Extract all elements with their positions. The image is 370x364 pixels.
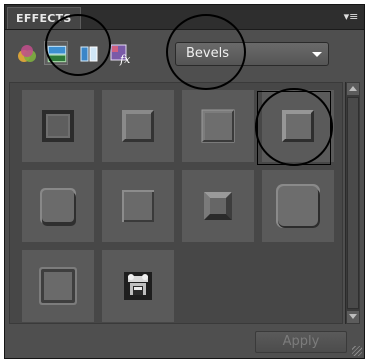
panel-footer: Apply xyxy=(5,327,364,358)
effect-thumbnail-simple-outer[interactable] xyxy=(102,90,174,162)
effect-thumbnail-inner-ridge[interactable] xyxy=(182,170,254,242)
fx-icon[interactable]: fx xyxy=(108,42,132,66)
effect-thumbnail-wacky-metal[interactable] xyxy=(22,250,94,322)
svg-text:fx: fx xyxy=(119,53,131,66)
scroll-down-icon[interactable] xyxy=(347,311,359,323)
annotation-circle-layer-styles xyxy=(45,14,111,76)
panel-menu-icon[interactable]: ▾≡ xyxy=(342,9,360,24)
effect-thumbnail-simple-inner[interactable] xyxy=(22,90,94,162)
scroll-up-icon[interactable] xyxy=(347,83,359,95)
scroll-thumb[interactable] xyxy=(347,97,359,309)
apply-button[interactable]: Apply xyxy=(255,331,347,353)
effect-thumbnail-photo-bevel[interactable] xyxy=(102,250,174,322)
chevron-down-icon xyxy=(312,52,322,57)
effect-thumbnail-rounded-edge[interactable] xyxy=(262,170,334,242)
effect-thumbnail-simple-pillow[interactable] xyxy=(182,90,254,162)
selected-thumbnail-outline xyxy=(257,91,331,165)
filters-icon[interactable] xyxy=(15,42,39,66)
resize-grip-icon[interactable] xyxy=(352,346,362,356)
grid-scrollbar[interactable] xyxy=(345,82,360,324)
effect-thumbnail-scalloped-edge[interactable] xyxy=(22,170,94,242)
effect-thumbnail-simple-emboss[interactable] xyxy=(102,170,174,242)
annotation-circle-bevels xyxy=(166,14,246,90)
